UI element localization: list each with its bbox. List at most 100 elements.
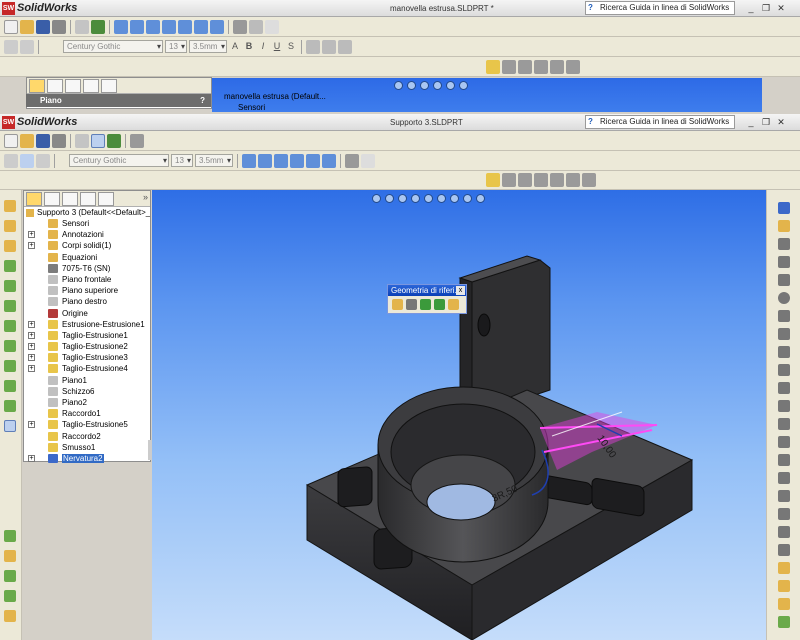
sketch-icon[interactable] (778, 202, 790, 214)
save-icon[interactable] (36, 133, 50, 148)
reference-geometry-title[interactable]: Geometria di riferi... x (388, 285, 466, 296)
open-folder-icon[interactable] (20, 133, 34, 148)
align-center-icon[interactable] (322, 39, 336, 54)
print-icon[interactable] (52, 133, 66, 148)
grid-icon[interactable] (36, 153, 50, 168)
shaded-icon[interactable] (345, 153, 359, 168)
shaded-icon[interactable] (233, 19, 247, 34)
tree-item[interactable]: + Taglio-Estrusione4 (24, 363, 150, 374)
tree-item[interactable]: Piano frontale (24, 274, 150, 285)
view-back-icon[interactable] (258, 153, 272, 168)
tab-configuration-manager[interactable] (62, 192, 78, 206)
align-right-icon[interactable] (338, 39, 352, 54)
spacing-combo[interactable]: 3.5mm (189, 40, 227, 53)
smart-dimension-icon[interactable] (486, 173, 500, 187)
tree-item[interactable]: + Annotazioni (24, 229, 150, 240)
solidworks-logo[interactable]: SW SolidWorks (0, 115, 82, 130)
display-style-icon[interactable] (459, 81, 468, 90)
arc-icon[interactable] (518, 173, 532, 187)
expand-icon[interactable]: + (28, 354, 35, 362)
line-icon[interactable] (778, 238, 790, 250)
wireframe-icon[interactable] (361, 153, 375, 168)
circle-icon[interactable] (534, 173, 548, 187)
tree-item[interactable]: Equazioni (24, 252, 150, 263)
smart-dimension-icon[interactable] (486, 59, 500, 74)
tab-display-manager[interactable] (101, 79, 117, 93)
tab-property-manager[interactable] (47, 79, 63, 93)
extend-icon[interactable] (778, 472, 790, 484)
expand-icon[interactable]: + (28, 331, 35, 339)
plane-icon[interactable] (392, 299, 403, 310)
tree-item[interactable]: Raccordo2 (24, 431, 150, 442)
hole-wizard-icon[interactable] (4, 550, 16, 562)
select-icon[interactable] (4, 39, 18, 54)
open-folder-icon[interactable] (20, 19, 34, 34)
axis-icon[interactable] (406, 299, 417, 310)
rectangle-icon[interactable] (566, 59, 580, 74)
spline-icon[interactable] (550, 173, 564, 187)
tab-feature-tree[interactable] (29, 79, 45, 93)
tree-item[interactable]: + Estrusione-Estrusione1 (24, 319, 150, 330)
align-left-icon[interactable] (306, 39, 320, 54)
line-icon[interactable] (502, 173, 516, 187)
tree-item[interactable]: Piano superiore (24, 285, 150, 296)
offset-icon[interactable] (778, 490, 790, 502)
minimize-icon[interactable]: _ (745, 116, 757, 128)
expand-icon[interactable]: + (28, 454, 35, 462)
tab-feature-tree[interactable] (26, 192, 42, 206)
tab-configuration-manager[interactable] (65, 79, 81, 93)
tree-item[interactable]: Origine (24, 308, 150, 319)
close-icon[interactable]: x (456, 286, 465, 295)
italic-button[interactable]: I (257, 40, 269, 53)
wrap-icon[interactable] (4, 610, 16, 622)
line-icon[interactable] (502, 59, 516, 74)
rebuild-icon[interactable] (91, 19, 105, 34)
slot-icon[interactable] (778, 274, 790, 286)
expand-panel-icon[interactable]: » (143, 192, 148, 205)
expand-icon[interactable]: + (28, 231, 35, 239)
font-combo[interactable]: Century Gothic (63, 40, 163, 53)
close-icon[interactable]: ✕ (775, 2, 787, 14)
view-bottom-icon[interactable] (194, 19, 208, 34)
text-icon[interactable] (778, 436, 790, 448)
trim-icon[interactable] (778, 454, 790, 466)
dome-icon[interactable] (4, 590, 16, 602)
rapid-sketch-icon[interactable] (778, 616, 790, 628)
zoom-fit-icon[interactable] (394, 81, 403, 90)
view-top-icon[interactable] (178, 19, 192, 34)
tree-item[interactable]: 7075-T6 (SN) (24, 263, 150, 274)
grid-icon[interactable] (20, 39, 34, 54)
spacing-combo[interactable]: 3.5mm (195, 154, 233, 167)
circle-icon[interactable] (778, 292, 790, 304)
view-front-icon[interactable] (114, 19, 128, 34)
centerline-icon[interactable] (778, 418, 790, 430)
upper-tree-sensori[interactable]: Sensori (238, 103, 265, 112)
expand-icon[interactable]: + (28, 320, 35, 328)
tab-dimxpert[interactable] (80, 192, 96, 206)
font-combo[interactable]: Century Gothic (69, 154, 169, 167)
view-left-icon[interactable] (274, 153, 288, 168)
select-arrow-icon[interactable] (91, 133, 105, 148)
revolve-cut-icon[interactable] (4, 280, 16, 292)
help-search-input[interactable]: Ricerca Guida in linea di SolidWorks (585, 1, 735, 15)
view-front-icon[interactable] (242, 153, 256, 168)
expand-icon[interactable]: + (28, 421, 35, 429)
tree-item[interactable]: + Taglio-Estrusione1 (24, 330, 150, 341)
tree-item[interactable]: Smusso1 (24, 442, 150, 453)
tree-item[interactable]: Piano1 (24, 375, 150, 386)
tree-item[interactable]: Raccordo1 (24, 408, 150, 419)
extrude-boss-icon[interactable] (4, 200, 16, 212)
expand-icon[interactable]: + (28, 365, 35, 373)
fillet-icon[interactable] (4, 300, 16, 312)
tree-item[interactable]: + Taglio-Estrusione5 (24, 419, 150, 430)
tab-display-manager[interactable] (98, 192, 114, 206)
view-iso-icon[interactable] (322, 153, 336, 168)
close-icon[interactable]: ✕ (775, 116, 787, 128)
arc-icon[interactable] (518, 59, 532, 74)
rib-icon[interactable] (4, 340, 16, 352)
revolve-boss-icon[interactable] (4, 220, 16, 232)
underline-button[interactable]: U (271, 40, 283, 53)
restore-icon[interactable]: ❐ (760, 116, 772, 128)
tree-root[interactable]: Supporto 3 (Default<<Default>_St (24, 207, 150, 218)
tree-item[interactable]: Piano destro (24, 296, 150, 307)
